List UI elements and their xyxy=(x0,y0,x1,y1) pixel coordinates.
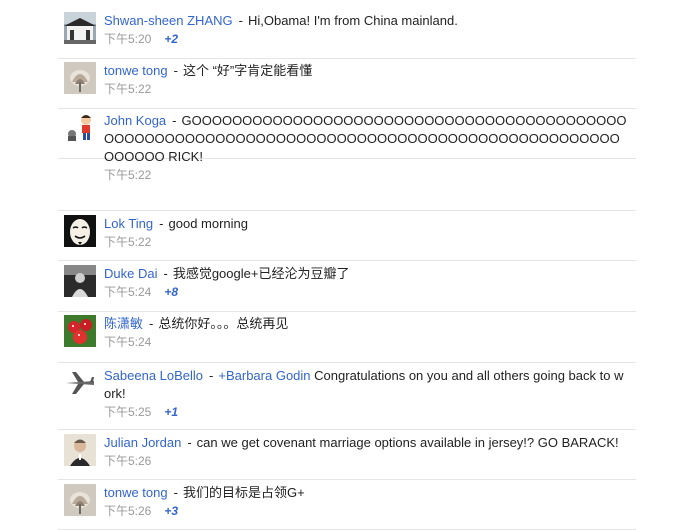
comment-meta: 下午5:25 +1 xyxy=(104,403,628,421)
comment-text: good morning xyxy=(168,216,249,231)
comment-divider xyxy=(58,479,636,480)
timestamp[interactable]: 下午5:22 xyxy=(104,82,151,96)
author-link[interactable]: Sabeena LoBello xyxy=(104,368,203,383)
comment-body: Sabeena LoBello - +Barbara Godin Congratul… xyxy=(104,367,628,421)
comment-meta: 下午5:24 +8 xyxy=(104,283,628,301)
comment-meta: 下午5:26 xyxy=(104,452,628,470)
comment-body: tonwe tong - 我们的目标是占领G+ 下午5:26 +3 xyxy=(104,484,628,520)
flower-photo-icon[interactable] xyxy=(64,62,96,94)
timestamp[interactable]: 下午5:26 xyxy=(104,504,151,518)
comment-text: Hi,Obama! I'm from China mainland. xyxy=(247,13,458,28)
building-photo-icon[interactable] xyxy=(64,12,96,44)
author-separator: - xyxy=(173,63,178,78)
author-separator: - xyxy=(159,216,164,231)
comment-body: Shwan-sheen ZHANG - Hi,Obama! I'm from Chi… xyxy=(104,12,628,48)
author-separator: - xyxy=(173,485,178,500)
comment-meta: 下午5:22 xyxy=(104,80,628,98)
author-separator: - xyxy=(149,316,154,331)
comment-meta: 下午5:24 xyxy=(104,333,628,351)
timestamp[interactable]: 下午5:22 xyxy=(104,235,151,249)
comment-text: 我感觉google+已经沦为豆瓣了 xyxy=(172,266,350,281)
comment-divider xyxy=(58,429,636,430)
author-link[interactable]: tonwe tong xyxy=(104,485,168,500)
comment-divider xyxy=(58,210,636,211)
cartoon-kids-icon[interactable] xyxy=(64,112,96,144)
comment-content: tonwe tong - 我们的目标是占领G+ xyxy=(104,484,628,502)
bw-portrait-icon[interactable] xyxy=(64,265,96,297)
comment-meta: 下午5:20 +2 xyxy=(104,30,628,48)
author-separator: - xyxy=(172,113,177,128)
mention-link[interactable]: +Barbara Godin xyxy=(218,368,310,383)
timestamp[interactable]: 下午5:24 xyxy=(104,335,151,349)
comment-content: tonwe tong - 这个 “好”字肯定能看懂 xyxy=(104,62,628,80)
comment-content: John Koga - GOOOOOOOOOOOOOOOOOOOOOOOOOOOOO… xyxy=(104,112,628,166)
jet-plane-icon[interactable] xyxy=(64,367,96,399)
timestamp[interactable]: 下午5:20 xyxy=(104,32,151,46)
comment-divider xyxy=(58,311,636,312)
comment-meta: 下午5:22 xyxy=(104,166,628,184)
strawberry-photo-icon[interactable] xyxy=(64,315,96,347)
comment-body: Julian Jordan - can we get covenant marria… xyxy=(104,434,628,470)
comment-divider xyxy=(58,362,636,363)
comment-text: GOOOOOOOOOOOOOOOOOOOOOOOOOOOOOOOOOOOOOOO… xyxy=(104,113,627,164)
author-link[interactable]: Shwan-sheen ZHANG xyxy=(104,13,233,28)
comment-body: Lok Ting - good morning 下午5:22 xyxy=(104,215,628,251)
author-link[interactable]: tonwe tong xyxy=(104,63,168,78)
author-link[interactable]: Lok Ting xyxy=(104,216,153,231)
comment-meta: 下午5:26 +3 xyxy=(104,502,628,520)
author-link[interactable]: John Koga xyxy=(104,113,166,128)
comment-meta: 下午5:22 xyxy=(104,233,628,251)
comment-divider xyxy=(58,108,636,109)
comment-divider xyxy=(58,58,636,59)
timestamp[interactable]: 下午5:26 xyxy=(104,454,151,468)
comment-text: 这个 “好”字肯定能看懂 xyxy=(182,63,313,78)
author-separator: - xyxy=(209,368,214,383)
comment-text: can we get covenant marriage options ava… xyxy=(196,435,619,450)
comment-body: 陈潇敏 - 总统你好。。。总统再见 下午5:24 xyxy=(104,315,628,351)
comment-content: Sabeena LoBello - +Barbara Godin Congratul… xyxy=(104,367,628,403)
comment-content: Lok Ting - good morning xyxy=(104,215,628,233)
comment-content: Duke Dai - 我感觉google+已经沦为豆瓣了 xyxy=(104,265,628,283)
comment-body: Duke Dai - 我感觉google+已经沦为豆瓣了下午5:24 +8 xyxy=(104,265,628,301)
comment-content: Shwan-sheen ZHANG - Hi,Obama! I'm from Chi… xyxy=(104,12,628,30)
author-separator: - xyxy=(163,266,168,281)
comment-content: 陈潇敏 - 总统你好。。。总统再见 xyxy=(104,315,628,333)
timestamp[interactable]: 下午5:24 xyxy=(104,285,151,299)
author-link[interactable]: 陈潇敏 xyxy=(104,316,143,331)
comment-body: John Koga - GOOOOOOOOOOOOOOOOOOOOOOOOOOOOO… xyxy=(104,112,628,184)
mask-photo-icon[interactable] xyxy=(64,215,96,247)
author-link[interactable]: Duke Dai xyxy=(104,266,157,281)
author-separator: - xyxy=(238,13,243,28)
plus-one-count[interactable]: +3 xyxy=(164,504,178,518)
comment-text: 我们的目标是占领G+ xyxy=(182,485,305,500)
plus-one-count[interactable]: +2 xyxy=(164,32,178,46)
timestamp[interactable]: 下午5:22 xyxy=(104,168,151,182)
plus-one-count[interactable]: +8 xyxy=(164,285,178,299)
comment-divider xyxy=(58,260,636,261)
author-link[interactable]: Julian Jordan xyxy=(104,435,181,450)
author-separator: - xyxy=(187,435,192,450)
comment-text: 总统你好。。。总统再见 xyxy=(158,316,289,331)
plus-one-count[interactable]: +1 xyxy=(164,405,178,419)
comment-content: Julian Jordan - can we get covenant marria… xyxy=(104,434,628,452)
flower-photo-icon[interactable] xyxy=(64,484,96,516)
comment-body: tonwe tong - 这个 “好”字肯定能看懂下午5:22 xyxy=(104,62,628,98)
timestamp[interactable]: 下午5:25 xyxy=(104,405,151,419)
man-portrait-icon[interactable] xyxy=(64,434,96,466)
